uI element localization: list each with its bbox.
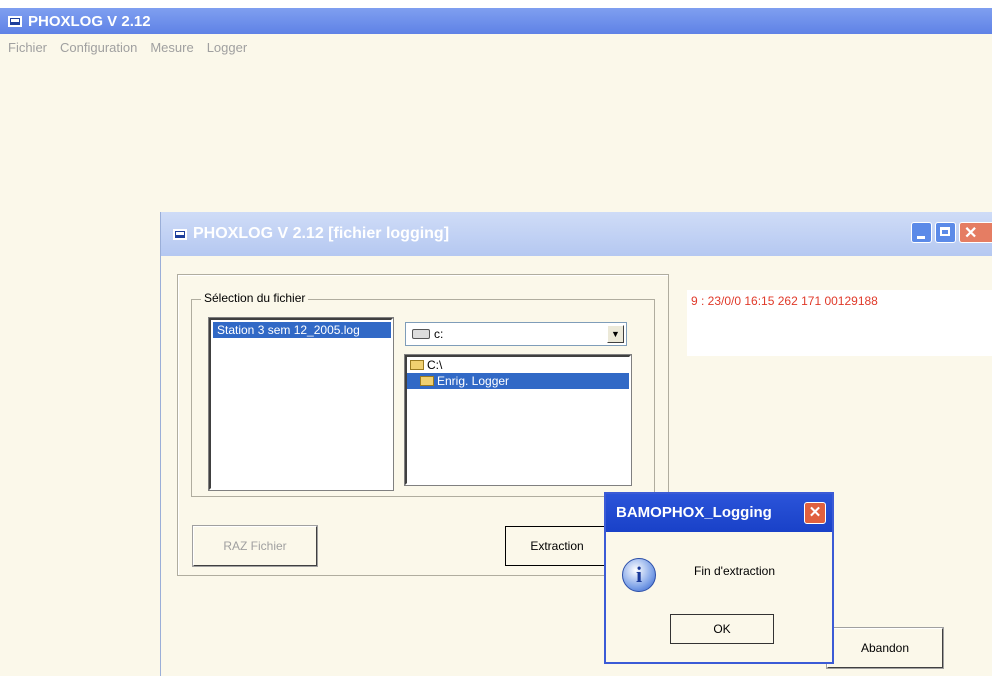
raz-fichier-button[interactable]: RAZ Fichier (192, 525, 318, 567)
info-icon: i (622, 558, 656, 592)
drive-select[interactable]: c: ▼ (405, 322, 627, 346)
menu-bar: Fichier Configuration Mesure Logger (0, 34, 992, 60)
folder-open-icon (410, 360, 424, 370)
file-list-item[interactable]: Station 3 sem 12_2005.log (213, 322, 391, 338)
drive-value: c: (434, 327, 444, 341)
dialog-message: Fin d'extraction (694, 564, 775, 578)
file-selection-label: Sélection du fichier (201, 291, 309, 305)
window-system-icon[interactable] (173, 228, 187, 240)
dialog-title: BAMOPHOX_Logging (616, 504, 772, 521)
menu-logger[interactable]: Logger (199, 40, 252, 55)
logging-window-titlebar[interactable]: PHOXLOG V 2.12 [fichier logging] (161, 212, 992, 256)
directory-label: C:\ (427, 358, 443, 372)
minimize-button[interactable] (911, 222, 932, 243)
file-list[interactable]: Station 3 sem 12_2005.log (208, 317, 394, 491)
app-title: PHOXLOG V 2.12 (28, 12, 151, 30)
close-button[interactable] (959, 222, 992, 243)
directory-item-root[interactable]: C:\ (407, 357, 629, 373)
maximize-button[interactable] (935, 222, 956, 243)
extraction-button[interactable]: Extraction (505, 526, 609, 566)
status-display: 9 : 23/0/0 16:15 262 171 00129188 (687, 290, 992, 356)
dropdown-arrow-icon[interactable]: ▼ (607, 325, 624, 343)
menu-mesure[interactable]: Mesure (142, 40, 198, 55)
app-titlebar[interactable]: PHOXLOG V 2.12 (0, 8, 992, 34)
dialog-titlebar[interactable]: BAMOPHOX_Logging (606, 494, 832, 532)
directory-item-enrig-logger[interactable]: Enrig. Logger (407, 373, 629, 389)
abandon-button[interactable]: Abandon (826, 627, 944, 669)
message-dialog: BAMOPHOX_Logging ✕ i Fin d'extraction OK (604, 492, 834, 664)
folder-open-icon (420, 376, 434, 386)
dialog-close-icon[interactable]: ✕ (804, 502, 826, 524)
drive-icon (412, 329, 430, 339)
directory-label: Enrig. Logger (437, 374, 510, 388)
logging-window: PHOXLOG V 2.12 [fichier logging] Sélecti… (160, 212, 992, 676)
ok-button[interactable]: OK (670, 614, 774, 644)
app-system-icon[interactable] (8, 15, 22, 27)
menu-fichier[interactable]: Fichier (0, 40, 52, 55)
directory-list[interactable]: C:\ Enrig. Logger (404, 354, 632, 486)
logging-window-title: PHOXLOG V 2.12 [fichier logging] (193, 225, 450, 242)
menu-configuration[interactable]: Configuration (52, 40, 142, 55)
